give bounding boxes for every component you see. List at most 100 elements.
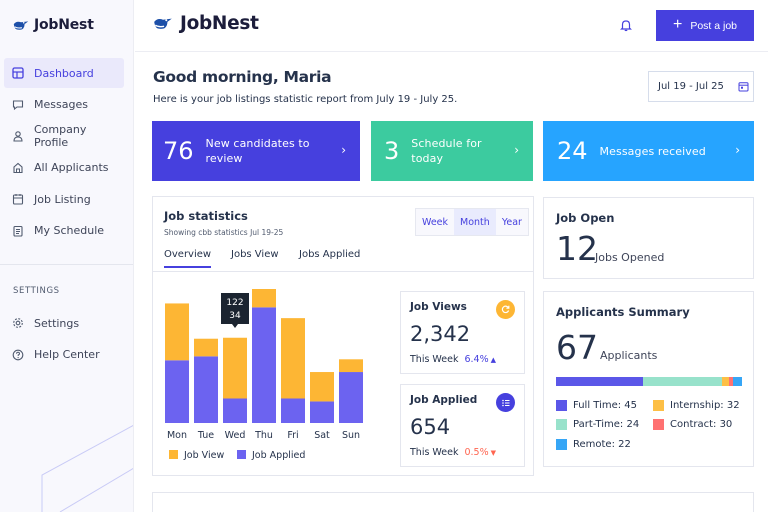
x-tick-label: Sun: [342, 430, 360, 441]
tab-jobs-applied[interactable]: Jobs Applied: [299, 249, 360, 260]
job-open-title: Job Open: [556, 211, 615, 225]
stack-segment: [721, 377, 729, 386]
period-week[interactable]: Week: [416, 209, 454, 235]
sidebar-item-label: Help Center: [34, 348, 100, 361]
sidebar-divider: [0, 264, 133, 265]
header-logo[interactable]: JobNest: [152, 12, 259, 34]
bar-job-applied-thu: [252, 307, 276, 423]
sidebar-item-help-center[interactable]: Help Center: [4, 340, 124, 370]
settings-heading: SETTINGS: [13, 286, 60, 296]
bar-job-applied-tue: [194, 356, 218, 423]
sidebar-item-job-listing[interactable]: Job Listing: [4, 184, 124, 214]
calendar-icon: [738, 82, 749, 92]
job-applied-period: This Week: [410, 447, 459, 458]
legend-contract: Contract: 30: [653, 419, 732, 430]
period-year[interactable]: Year: [496, 209, 528, 235]
list-icon: [496, 393, 515, 412]
top-header: JobNest + Post a job: [135, 0, 768, 52]
job-statistics-title: Job statistics: [164, 209, 248, 223]
legend-job-applied: Job Applied: [251, 450, 305, 461]
date-range-value: Jul 19 - Jul 25: [658, 81, 724, 92]
date-range-picker[interactable]: Jul 19 - Jul 25: [648, 71, 754, 102]
sidebar-item-settings[interactable]: Settings: [4, 308, 124, 338]
sidebar-item-company-profile[interactable]: Company Profile: [4, 121, 124, 151]
sidebar-item-my-schedule[interactable]: My Schedule: [4, 216, 124, 246]
refresh-icon: [496, 300, 515, 319]
stat-number: 76: [163, 137, 194, 165]
users-icon: [12, 162, 24, 174]
clipboard-icon: [12, 193, 24, 205]
job-statistics-card: Job statistics Showing cbb statistics Ju…: [152, 196, 534, 476]
legend-swatch: [169, 450, 178, 459]
tab-jobs-view[interactable]: Jobs View: [231, 249, 279, 260]
chevron-right-icon: ›: [735, 143, 740, 157]
stat-label: Schedule for today: [411, 137, 482, 165]
applicants-unit: Applicants: [600, 349, 658, 362]
help-icon: [12, 349, 24, 361]
legend-part-time: Part-Time: 24: [556, 419, 639, 430]
sidebar-nav: Dashboard Messages Company Profile All A…: [4, 58, 124, 247]
sidebar-item-label: Messages: [34, 98, 88, 111]
post-job-button[interactable]: + Post a job: [656, 10, 754, 41]
bell-icon[interactable]: [619, 18, 633, 32]
bird-logo-icon: [13, 21, 29, 31]
job-applied-title: Job Applied: [410, 394, 478, 406]
legend-label: Full Time: 45: [573, 400, 638, 411]
bar-job-view-sat: [310, 372, 334, 402]
job-statistics-chart: Mon Tue Wed Thu Fri Sat Sun12234Job View Job Ap…: [165, 289, 363, 461]
bird-logo-icon: [154, 18, 172, 30]
bar-job-view-wed: [223, 337, 247, 399]
sidebar: JobNest Dashboard Messages Company Profi…: [0, 0, 134, 512]
arrow-down-icon: ▼: [490, 449, 496, 457]
sidebar-item-messages[interactable]: Messages: [4, 90, 124, 120]
sidebar-logo[interactable]: JobNest: [12, 16, 94, 34]
sidebar-item-label: Company Profile: [34, 123, 87, 149]
chevron-right-icon: ›: [514, 143, 519, 157]
legend-swatch: [653, 400, 664, 411]
legend-swatch: [653, 419, 664, 430]
stat-card-new-candidates[interactable]: 76 New candidates to review ›: [152, 121, 360, 181]
legend-label: Part-Time: 24: [573, 419, 640, 430]
job-applied-change: 0.5%: [464, 447, 489, 458]
job-views-period: This Week: [410, 354, 459, 365]
job-open-unit: Jobs Opened: [595, 251, 665, 264]
message-icon: [12, 99, 24, 111]
page-title: Good morning, Maria: [153, 68, 332, 86]
legend-label: Contract: 30: [670, 419, 733, 430]
sidebar-item-label: Dashboard: [34, 66, 94, 80]
job-applied-card: Job Applied 654 This Week 0.5% ▼: [400, 384, 525, 467]
sidebar-item-all-applicants[interactable]: All Applicants: [4, 153, 124, 183]
gear-icon: [12, 317, 24, 329]
legend-job-view: Job View: [183, 450, 224, 461]
stat-card-messages[interactable]: 24 Messages received ›: [543, 121, 754, 181]
x-tick-label: Fri: [287, 430, 298, 441]
bar-job-view-thu: [252, 289, 276, 308]
period-month[interactable]: Month: [454, 209, 496, 235]
sidebar-decoration: [41, 424, 133, 512]
settings-nav: Settings Help Center: [4, 308, 124, 371]
sidebar-item-dashboard[interactable]: Dashboard: [4, 58, 124, 88]
stat-card-schedule[interactable]: 3 Schedule for today ›: [371, 121, 533, 181]
x-tick-label: Tue: [197, 430, 214, 441]
stack-segment: [556, 377, 644, 386]
page-subtitle: Here is your job listings statistic repo…: [153, 94, 458, 105]
bar-job-applied-wed: [223, 398, 247, 423]
job-statistics-subtitle: Showing cbb statistics Jul 19-25: [164, 228, 284, 237]
bar-job-applied-sat: [310, 401, 334, 423]
tab-overview[interactable]: Overview: [164, 249, 212, 268]
sidebar-item-label: Settings: [34, 316, 80, 330]
job-open-card: Job Open 12 Jobs Opened: [543, 197, 754, 279]
job-views-title: Job Views: [410, 301, 467, 313]
job-open-number: 12: [556, 229, 598, 268]
job-views-card: Job Views 2,342 This Week 6.4% ▲: [400, 291, 525, 374]
app-name: JobNest: [180, 12, 259, 34]
legend-label: Internship: 32: [670, 400, 740, 411]
legend-full-time: Full Time: 45: [556, 400, 637, 411]
legend-remote: Remote: 22: [556, 439, 631, 450]
bar-job-applied-sun: [339, 372, 363, 423]
legend-label: Remote: 22: [573, 439, 631, 450]
applicants-summary-title: Applicants Summary: [556, 305, 690, 319]
stack-segment: [732, 377, 742, 386]
legend-swatch: [556, 419, 567, 430]
legend-swatch: [556, 439, 567, 450]
